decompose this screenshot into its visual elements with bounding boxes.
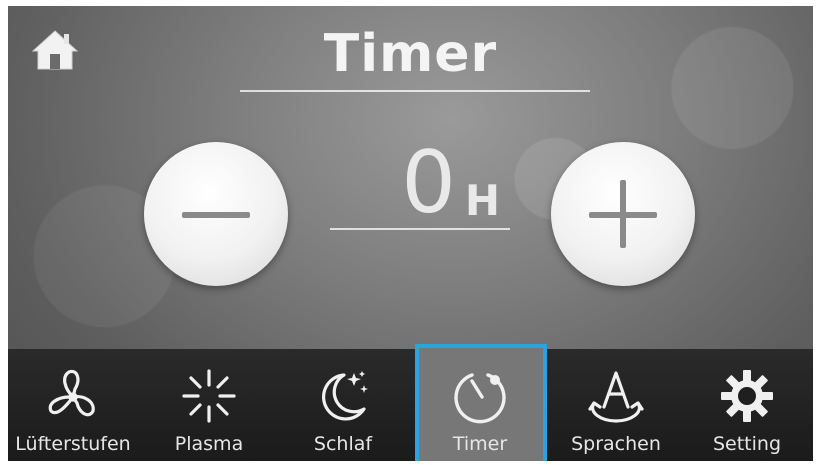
nav-item-fan-speed[interactable]: Lüfterstufen [8,349,140,461]
value-underline [330,228,510,230]
nav-item-label: Lüfterstufen [15,433,131,455]
decrease-button[interactable] [144,142,288,286]
increase-button[interactable] [551,142,695,286]
nav-item-label: Timer [452,433,508,455]
timer-hours-unit: H [464,176,500,225]
nav-item-setting[interactable]: Setting [680,349,813,461]
sparkle-icon [182,369,236,423]
nav-item-sleep[interactable]: Schlaf [276,349,410,461]
timer-hours-value: 0 [401,133,456,233]
timer-display: 0 H [330,132,510,242]
nav-item-label: Setting [712,433,782,455]
nav-item-label: Plasma [174,433,244,455]
title-underline [240,90,590,92]
minus-icon [182,212,250,218]
gear-icon [721,370,773,422]
page-title: Timer [323,24,498,84]
language-icon [588,371,644,423]
nav-item-language[interactable]: Sprachen [549,349,683,461]
timer-icon [454,373,506,424]
nav-item-label: Schlaf [313,433,373,455]
nav-item-plasma[interactable]: Plasma [142,349,276,461]
device-screen: Timer 0 H Lüfterstufen Plasma Schlaf Tim… [8,6,813,461]
fan-icon [48,369,95,417]
nav-item-timer[interactable]: Timer [411,344,549,461]
nav-item-label: Sprachen [571,433,661,455]
bottom-navbar: Lüfterstufen Plasma Schlaf Timer Sprache… [8,344,813,461]
moon-stars-icon [322,371,368,421]
